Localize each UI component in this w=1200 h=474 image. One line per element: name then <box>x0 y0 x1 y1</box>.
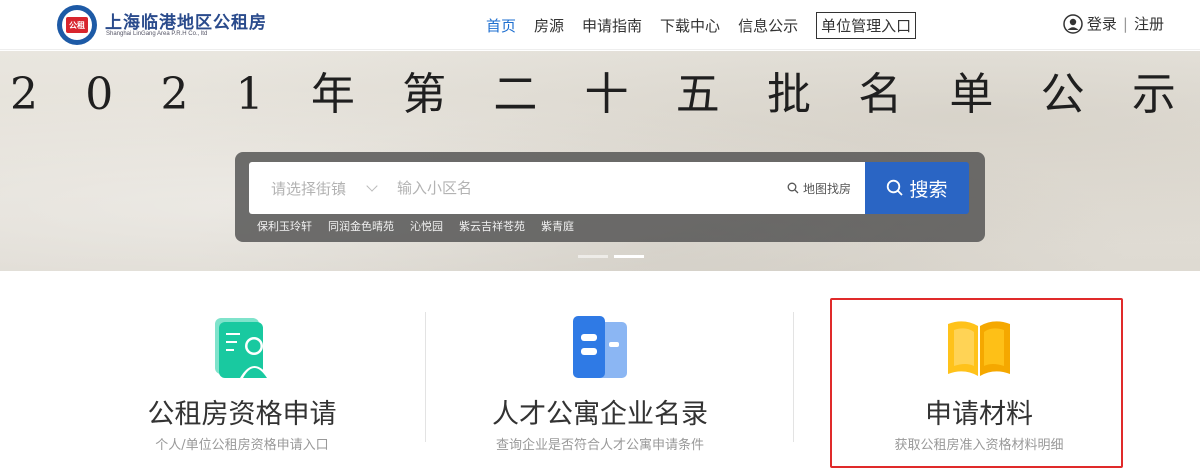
banner-title-char: 名 <box>858 69 903 120</box>
banner-title-char: 公 <box>1040 69 1085 120</box>
card-qualification-apply[interactable]: 公租房资格申请 个人/单位公租房资格申请入口 <box>97 298 387 466</box>
user-area: 登录 | 注册 <box>1063 13 1164 34</box>
hero-banner[interactable]: 2 0 2 1 年 第 二 十 五 批 名 单 公 示 请选择街镇 地图找房 <box>0 51 1200 271</box>
nav-home[interactable]: 首页 <box>486 15 516 36</box>
open-book-icon <box>948 321 1010 376</box>
card-application-materials[interactable]: 申请材料 获取公租房准入资格材料明细 <box>834 298 1124 466</box>
profile-document-icon <box>215 318 270 378</box>
nav-listings[interactable]: 房源 <box>534 15 564 36</box>
community-search-input[interactable] <box>397 174 757 202</box>
banner-title-char: 示 <box>1131 69 1176 120</box>
search-icon <box>887 179 904 196</box>
search-button[interactable]: 搜索 <box>865 162 969 214</box>
banner-title-char: 1 <box>235 69 264 120</box>
card-divider <box>793 312 794 442</box>
top-header: 公租 上海临港地区公租房 Shanghai LinGang Area P.R.H… <box>0 0 1200 50</box>
map-search-label: 地图找房 <box>802 181 851 196</box>
banner-title-char: 第 <box>402 69 447 120</box>
card-subtitle: 查询企业是否符合人才公寓申请条件 <box>495 438 704 453</box>
search-icon <box>787 182 799 194</box>
card-talent-company-list[interactable]: 人才公寓企业名录 查询企业是否符合人才公寓申请条件 <box>455 298 745 466</box>
user-separator: | <box>1122 14 1128 33</box>
banner-title-char: 0 <box>85 69 114 120</box>
hot-tag[interactable]: 保利玉玲轩 <box>257 218 312 234</box>
hot-tag[interactable]: 同润金色晴苑 <box>328 218 394 234</box>
search-button-label: 搜索 <box>909 178 948 201</box>
hot-tag[interactable]: 沁悦园 <box>410 218 443 234</box>
search-panel: 请选择街镇 地图找房 搜索 保利玉玲轩 同润金色晴苑 沁悦园 紫云 <box>235 152 985 242</box>
banner-title-char: 2 <box>160 69 189 120</box>
nav-announcements[interactable]: 信息公示 <box>738 15 798 36</box>
logo-inner: 公租 <box>62 10 92 40</box>
banner-title-char: 十 <box>584 69 629 120</box>
search-box: 请选择街镇 地图找房 <box>249 162 865 214</box>
register-link[interactable]: 注册 <box>1134 13 1164 34</box>
map-search-link[interactable]: 地图找房 <box>787 162 851 214</box>
nav-downloads[interactable]: 下载中心 <box>660 15 720 36</box>
banner-title-char: 批 <box>766 69 811 120</box>
street-select[interactable]: 请选择街镇 <box>271 162 378 214</box>
card-title: 人才公寓企业名录 <box>492 399 708 430</box>
chevron-down-icon <box>366 180 378 192</box>
nav-apply-guide[interactable]: 申请指南 <box>582 15 642 36</box>
card-title: 公租房资格申请 <box>147 399 337 430</box>
building-icon <box>573 316 627 378</box>
banner-title-char: 五 <box>675 69 720 120</box>
card-subtitle: 个人/单位公租房资格申请入口 <box>155 438 329 453</box>
card-subtitle: 获取公租房准入资格材料明细 <box>894 438 1064 453</box>
company-logo[interactable]: 公租 <box>57 5 97 45</box>
banner-title-char: 单 <box>949 69 994 120</box>
logo-house-icon: 公租 <box>66 17 88 33</box>
carousel-dot-2[interactable] <box>614 255 644 258</box>
carousel-indicators <box>578 255 650 258</box>
nav-unit-management[interactable]: 单位管理入口 <box>816 11 917 39</box>
card-divider <box>425 312 426 442</box>
banner-title-char: 2 <box>10 69 38 120</box>
banner-title: 2 0 2 1 年 第 二 十 五 批 名 单 公 示 <box>0 63 1200 127</box>
site-subtitle: Shanghai LinGang Area P.R.H Co., ltd <box>106 31 208 37</box>
card-title: 申请材料 <box>925 399 1033 430</box>
service-cards: 公租房资格申请 个人/单位公租房资格申请入口 人才公寓企业名录 查询企业是否符合… <box>0 272 1200 474</box>
main-nav: 首页 房源 申请指南 下载中心 信息公示 单位管理入口 <box>486 11 917 39</box>
banner-title-char: 二 <box>493 69 538 120</box>
login-link[interactable]: 登录 <box>1087 13 1117 34</box>
hot-community-tags: 保利玉玲轩 同润金色晴苑 沁悦园 紫云吉祥苍苑 紫青庭 <box>257 218 590 234</box>
street-select-label: 请选择街镇 <box>271 179 347 198</box>
banner-title-char: 年 <box>310 69 355 120</box>
site-name: 上海临港地区公租房 <box>105 13 267 33</box>
hot-tag[interactable]: 紫青庭 <box>541 218 574 234</box>
hot-tag[interactable]: 紫云吉祥苍苑 <box>459 218 525 234</box>
user-avatar-icon[interactable] <box>1063 13 1083 34</box>
carousel-dot-1[interactable] <box>578 255 608 258</box>
